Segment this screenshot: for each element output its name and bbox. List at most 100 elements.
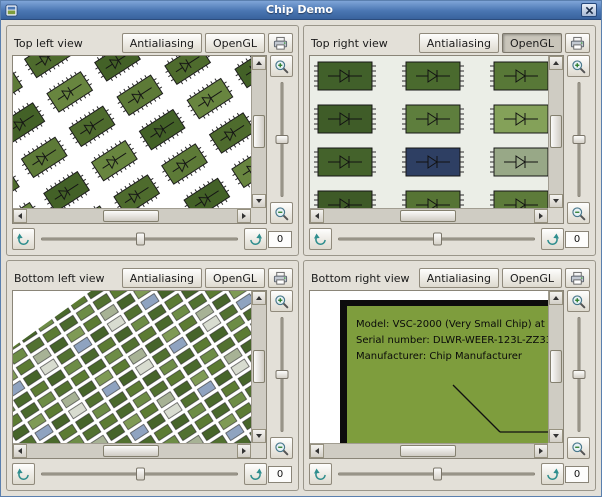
up-arrow-icon — [256, 296, 262, 300]
vertical-scroll-track[interactable] — [549, 70, 563, 194]
scroll-left-button[interactable] — [13, 444, 27, 458]
window-titlebar[interactable]: Chip Demo — [1, 1, 601, 20]
zoom-in-button[interactable] — [567, 55, 590, 77]
print-button[interactable] — [268, 33, 293, 53]
horizontal-scroll-thumb[interactable] — [102, 210, 160, 222]
vertical-scroll-track[interactable] — [252, 305, 266, 429]
rotate-slider[interactable] — [39, 230, 240, 248]
zoom-in-button[interactable] — [270, 55, 293, 77]
zoom-slider[interactable] — [571, 314, 587, 435]
antialiasing-button[interactable]: Antialiasing — [418, 33, 499, 53]
rotate-right-button[interactable] — [244, 228, 267, 250]
vertical-scroll-thumb[interactable] — [550, 114, 562, 149]
horizontal-scroll-thumb[interactable] — [102, 445, 160, 457]
rotate-left-button[interactable] — [309, 463, 332, 485]
zoom-out-button[interactable] — [270, 437, 293, 459]
scroll-down-button[interactable] — [252, 194, 266, 208]
scroll-right-button[interactable] — [237, 444, 251, 458]
horizontal-scroll-track[interactable] — [27, 444, 237, 458]
horizontal-scroll-track[interactable] — [27, 209, 237, 223]
rotation-spinbox[interactable]: 0 — [268, 230, 292, 248]
vertical-scroll-track[interactable] — [549, 305, 563, 429]
horizontal-scroll-track[interactable] — [324, 209, 534, 223]
zoom-slider[interactable] — [571, 79, 587, 200]
rotate-left-button[interactable] — [12, 228, 35, 250]
scroll-down-button[interactable] — [252, 429, 266, 443]
zoom-out-button[interactable] — [270, 202, 293, 224]
scroll-right-button[interactable] — [534, 444, 548, 458]
zoom-out-button[interactable] — [567, 437, 590, 459]
opengl-button[interactable]: OpenGL — [501, 33, 562, 53]
zoom-slider[interactable] — [274, 79, 290, 200]
zoom-out-icon — [274, 441, 289, 456]
opengl-button[interactable]: OpenGL — [501, 268, 562, 288]
scroll-left-button[interactable] — [310, 209, 324, 223]
rotate-left-button[interactable] — [12, 463, 35, 485]
horizontal-scroll-thumb[interactable] — [399, 445, 457, 457]
scroll-right-button[interactable] — [237, 209, 251, 223]
slider-handle[interactable] — [432, 232, 442, 246]
zoom-in-button[interactable] — [270, 290, 293, 312]
vertical-scroll-track[interactable] — [252, 70, 266, 194]
graphics-view[interactable]: Model: VSC-2000 (Very Small Chip) at 9 S… — [309, 290, 564, 459]
rotation-spinbox[interactable]: 0 — [268, 465, 292, 483]
horizontal-scrollbar[interactable] — [13, 443, 251, 458]
horizontal-scroll-thumb[interactable] — [399, 210, 457, 222]
slider-handle[interactable] — [275, 134, 288, 144]
horizontal-scrollbar[interactable] — [310, 443, 548, 458]
horizontal-scrollbar[interactable] — [310, 208, 548, 223]
graphics-view[interactable] — [309, 55, 564, 224]
antialiasing-button[interactable]: Antialiasing — [121, 33, 202, 53]
slider-handle[interactable] — [432, 467, 442, 481]
rotate-right-button[interactable] — [244, 463, 267, 485]
slider-handle[interactable] — [135, 232, 145, 246]
zoom-in-button[interactable] — [567, 290, 590, 312]
vertical-scroll-thumb[interactable] — [253, 349, 265, 384]
vertical-scroll-thumb[interactable] — [253, 114, 265, 149]
zoom-out-icon — [571, 441, 586, 456]
vertical-scrollbar[interactable] — [251, 291, 266, 443]
slider-handle[interactable] — [572, 134, 585, 144]
horizontal-scroll-track[interactable] — [324, 444, 534, 458]
rotate-slider[interactable] — [39, 465, 240, 483]
graphics-view[interactable] — [12, 55, 267, 224]
graphics-view[interactable] — [12, 290, 267, 459]
rotate-right-button[interactable] — [541, 228, 564, 250]
scroll-down-button[interactable] — [549, 194, 563, 208]
zoom-out-button[interactable] — [567, 202, 590, 224]
scroll-left-button[interactable] — [13, 209, 27, 223]
scroll-up-button[interactable] — [252, 56, 266, 70]
scroll-up-button[interactable] — [549, 291, 563, 305]
scroll-right-button[interactable] — [534, 209, 548, 223]
opengl-button[interactable]: OpenGL — [204, 33, 265, 53]
print-button[interactable] — [565, 33, 590, 53]
vertical-scrollbar[interactable] — [251, 56, 266, 208]
print-button[interactable] — [565, 268, 590, 288]
slider-handle[interactable] — [275, 369, 288, 379]
zoom-slider[interactable] — [274, 314, 290, 435]
left-arrow-icon — [18, 448, 22, 454]
close-button[interactable] — [581, 3, 597, 17]
scroll-down-button[interactable] — [549, 429, 563, 443]
scroll-left-button[interactable] — [310, 444, 324, 458]
opengl-button[interactable]: OpenGL — [204, 268, 265, 288]
scroll-up-button[interactable] — [549, 56, 563, 70]
rotate-left-button[interactable] — [309, 228, 332, 250]
rotation-spinbox[interactable]: 0 — [565, 465, 589, 483]
antialiasing-button[interactable]: Antialiasing — [418, 268, 499, 288]
slider-handle[interactable] — [572, 369, 585, 379]
horizontal-scrollbar[interactable] — [13, 208, 251, 223]
scrollbar-corner — [251, 443, 266, 458]
antialiasing-button[interactable]: Antialiasing — [121, 268, 202, 288]
rotate-right-button[interactable] — [541, 463, 564, 485]
print-button[interactable] — [268, 268, 293, 288]
rotate-slider[interactable] — [336, 465, 537, 483]
graphics-scene-top-right — [310, 56, 548, 208]
scroll-up-button[interactable] — [252, 291, 266, 305]
vertical-scrollbar[interactable] — [548, 56, 563, 208]
rotate-slider[interactable] — [336, 230, 537, 248]
slider-handle[interactable] — [135, 467, 145, 481]
rotation-spinbox[interactable]: 0 — [565, 230, 589, 248]
vertical-scrollbar[interactable] — [548, 291, 563, 443]
vertical-scroll-thumb[interactable] — [550, 349, 562, 384]
